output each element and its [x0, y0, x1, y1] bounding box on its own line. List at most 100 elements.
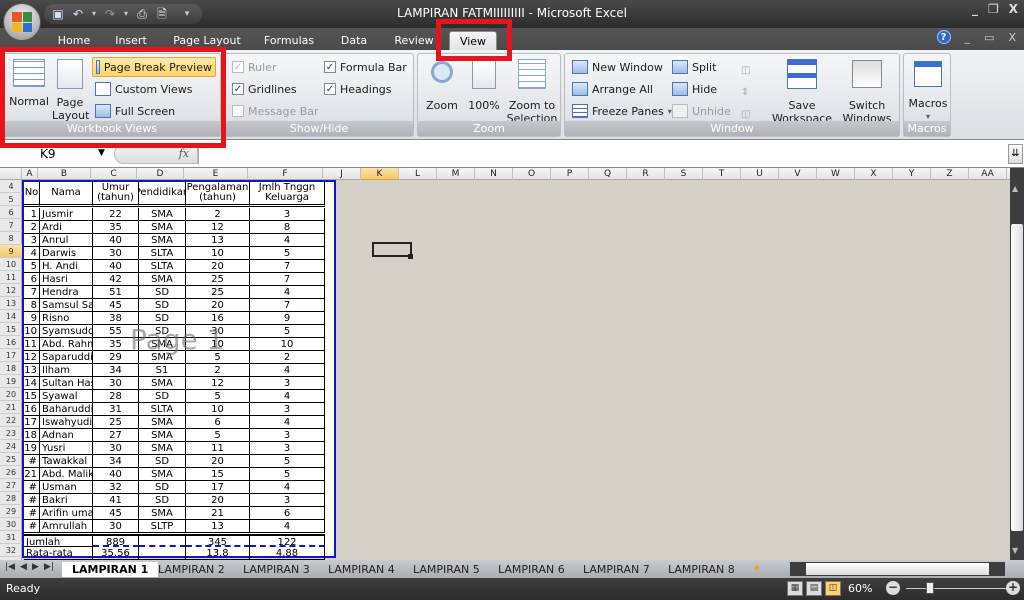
rata-rata-value[interactable]	[139, 547, 186, 560]
row-header-6[interactable]: 6	[0, 206, 22, 219]
redo-dropdown-icon[interactable]: ▾	[122, 7, 130, 21]
cell-jumlah-tanggungan[interactable]: 8	[250, 221, 325, 234]
cell-umur[interactable]: 25	[93, 416, 139, 429]
cell-umur[interactable]: 30	[93, 377, 139, 390]
cell-pengalaman[interactable]: 21	[186, 507, 250, 520]
last-sheet-icon[interactable]: ▶|	[44, 562, 54, 572]
minimize-window-icon[interactable]: _	[972, 2, 978, 16]
cell-jumlah-tanggungan[interactable]: 3	[250, 208, 325, 221]
cell-pengalaman[interactable]: 2	[186, 364, 250, 377]
zoom-slider-thumb[interactable]	[926, 582, 934, 594]
cell-jumlah-tanggungan[interactable]: 4	[250, 286, 325, 299]
switch-windows-button[interactable]: Switch Windows	[837, 56, 897, 125]
cell-pendidikan[interactable]: SLTP	[139, 520, 186, 533]
cell-no[interactable]: 21	[24, 468, 40, 481]
cell-umur[interactable]: 41	[93, 494, 139, 507]
cell-nama[interactable]: H. Andi	[40, 260, 93, 273]
cell-no[interactable]: 2	[24, 221, 40, 234]
prev-sheet-icon[interactable]: ◀	[20, 562, 27, 572]
rata-rata-value[interactable]: 35.56	[93, 547, 139, 560]
cell-umur[interactable]: 51	[93, 286, 139, 299]
undo-dropdown-icon[interactable]: ▾	[90, 7, 98, 21]
cell-pendidikan[interactable]: SMA	[139, 273, 186, 286]
cell-jumlah-tanggungan[interactable]: 5	[250, 468, 325, 481]
cell-pengalaman[interactable]: 15	[186, 468, 250, 481]
cell-jumlah-tanggungan[interactable]: 5	[250, 325, 325, 338]
row-header-17[interactable]: 17	[0, 349, 22, 362]
cell-no[interactable]: 10	[24, 325, 40, 338]
cell-no[interactable]: 1	[24, 208, 40, 221]
cell-umur[interactable]: 32	[93, 481, 139, 494]
cell-pengalaman[interactable]: 2	[186, 208, 250, 221]
cell-no[interactable]: #	[24, 481, 40, 494]
message-bar-checkbox[interactable]: Message Bar	[229, 101, 322, 121]
cell-umur[interactable]: 34	[93, 364, 139, 377]
split-button[interactable]: Split	[669, 57, 719, 77]
macros-button[interactable]: Macros ▾	[906, 56, 950, 123]
cell-nama[interactable]: Bakri	[40, 494, 93, 507]
page-layout-view-button[interactable]: Page Layout	[52, 56, 89, 122]
tab-formulas[interactable]: Formulas	[258, 31, 320, 50]
row-header-28[interactable]: 28	[0, 492, 22, 505]
cell-pendidikan[interactable]: SMA	[139, 468, 186, 481]
restore-workbook-icon[interactable]: ▭	[984, 31, 994, 44]
row-header-15[interactable]: 15	[0, 323, 22, 336]
cell-pengalaman[interactable]: 20	[186, 455, 250, 468]
row-header-20[interactable]: 20	[0, 388, 22, 401]
vertical-scroll-thumb[interactable]	[1011, 224, 1023, 531]
cell-nama[interactable]: Iswahyudi	[40, 416, 93, 429]
cell-no[interactable]: 18	[24, 429, 40, 442]
cell-no[interactable]: #	[24, 507, 40, 520]
column-header-B[interactable]: B	[38, 168, 91, 180]
sheet-tab-4[interactable]: LAMPIRAN 4	[318, 562, 405, 577]
scroll-up-icon[interactable]: ▲	[1012, 184, 1018, 193]
page-break-status-icon[interactable]: ◫	[825, 581, 841, 596]
header-umur[interactable]: Umur (tahun)	[93, 182, 139, 207]
jumlah-value[interactable]: 889	[93, 534, 139, 547]
fill-handle[interactable]	[408, 254, 413, 259]
cell-nama[interactable]: Samsul Sa	[40, 299, 93, 312]
cell-umur[interactable]: 30	[93, 442, 139, 455]
cell-jumlah-tanggungan[interactable]: 9	[250, 312, 325, 325]
row-header-32[interactable]: 32	[0, 544, 22, 557]
formula-bar-checkbox[interactable]: ✓ Formula Bar	[321, 57, 410, 77]
cell-pengalaman[interactable]: 10	[186, 403, 250, 416]
cell-pengalaman[interactable]: 10	[186, 247, 250, 260]
cell-jumlah-tanggungan[interactable]: 7	[250, 260, 325, 273]
cell-no[interactable]: 15	[24, 390, 40, 403]
gridlines-checkbox[interactable]: ✓ Gridlines	[229, 79, 300, 99]
cell-nama[interactable]: Arifin umar	[40, 507, 93, 520]
office-button[interactable]	[3, 3, 41, 41]
rata-rata-label[interactable]: Rata-rata	[24, 547, 93, 560]
cell-jumlah-tanggungan[interactable]: 3	[250, 377, 325, 390]
custom-views-button[interactable]: Custom Views	[92, 79, 195, 99]
cell-jumlah-tanggungan[interactable]: 3	[250, 403, 325, 416]
ruler-checkbox[interactable]: ✓ Ruler	[229, 57, 279, 77]
cell-nama[interactable]: Darwis	[40, 247, 93, 260]
row-header-19[interactable]: 19	[0, 375, 22, 388]
cell-nama[interactable]: Risno	[40, 312, 93, 325]
column-header-V[interactable]: V	[779, 168, 817, 180]
row-header-16[interactable]: 16	[0, 336, 22, 349]
sheet-tab-1[interactable]: LAMPIRAN 1	[62, 562, 159, 577]
row-header-11[interactable]: 11	[0, 271, 22, 284]
row-header-12[interactable]: 12	[0, 284, 22, 297]
cell-jumlah-tanggungan[interactable]: 4	[250, 520, 325, 533]
cell-jumlah-tanggungan[interactable]: 7	[250, 299, 325, 312]
print-preview-icon[interactable]: 🗎	[154, 7, 170, 21]
row-header-18[interactable]: 18	[0, 362, 22, 375]
cell-no[interactable]: 16	[24, 403, 40, 416]
cell-umur[interactable]: 30	[93, 520, 139, 533]
cell-nama[interactable]: Abd. Malik	[40, 468, 93, 481]
cell-umur[interactable]: 42	[93, 273, 139, 286]
cell-no[interactable]: #	[24, 494, 40, 507]
cell-no[interactable]: 8	[24, 299, 40, 312]
cell-pendidikan[interactable]: SLTA	[139, 403, 186, 416]
save-workspace-button[interactable]: Save Workspace	[767, 56, 837, 125]
cell-pendidikan[interactable]: SMA	[139, 221, 186, 234]
full-screen-button[interactable]: Full Screen	[92, 101, 178, 121]
zoom-slider[interactable]	[906, 588, 1006, 589]
cell-nama[interactable]: Hendra	[40, 286, 93, 299]
row-header-29[interactable]: 29	[0, 505, 22, 518]
scroll-down-icon[interactable]: ▼	[1012, 546, 1018, 555]
